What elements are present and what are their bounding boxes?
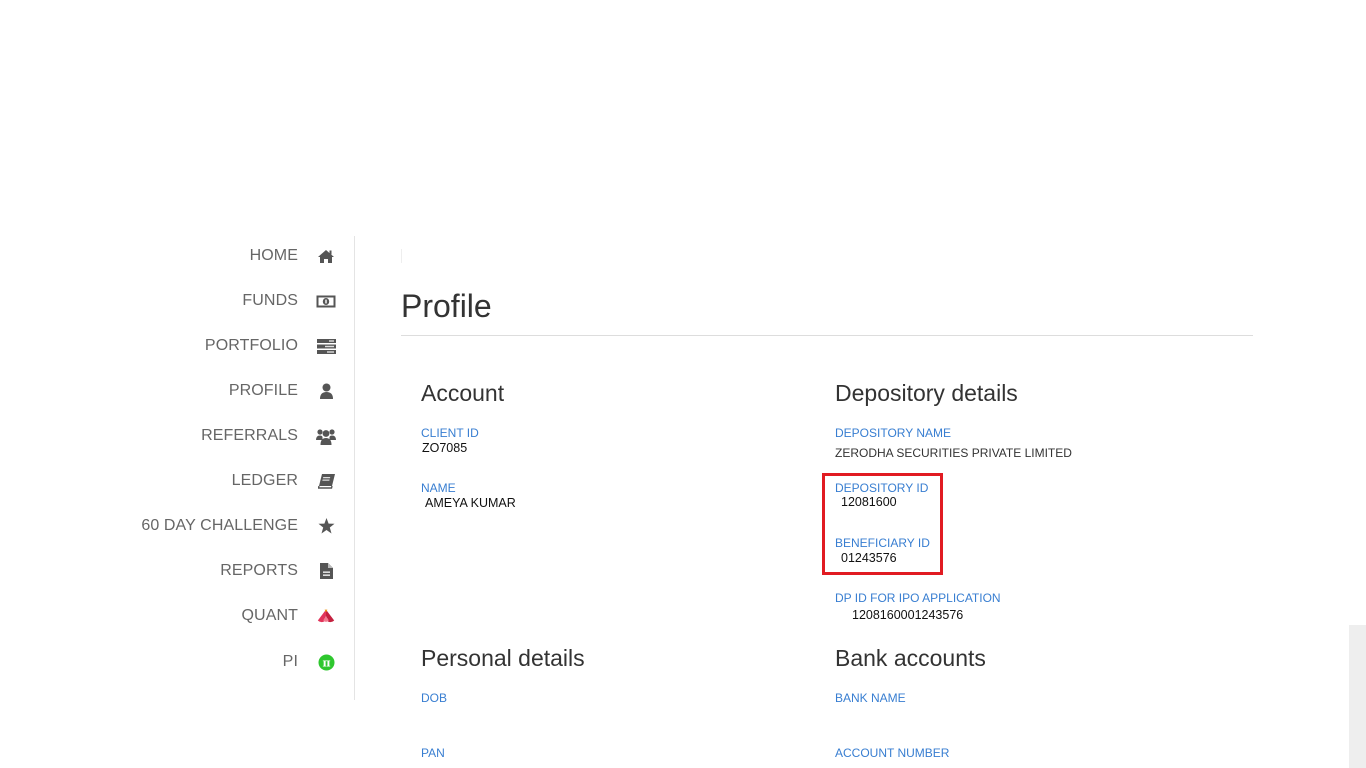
account-heading: Account [421,380,505,406]
star-icon [316,516,336,536]
account-number-label: ACCOUNT NUMBER [835,746,950,760]
dob-label: DOB [421,691,448,705]
pi-logo-icon: π [316,652,336,672]
sidebar-item-label: PROFILE [228,382,298,399]
sidebar-nav: HOME FUNDS PORTFOLIO PROFILE REFERRALS L… [0,236,355,700]
sidebar-item-pi[interactable]: PI π [283,650,336,674]
title-divider [401,335,1253,336]
page: HOME FUNDS PORTFOLIO PROFILE REFERRALS L… [0,0,1366,768]
depository-name-value: ZERODHA SECURITIES PRIVATE LIMITED [835,446,1072,460]
beneficiary-id-label: BENEFICIARY ID [835,536,930,550]
sidebar-item-label: PORTFOLIO [204,337,298,354]
sidebar-item-label: HOME [249,247,298,264]
dp-id-ipo-value: 1208160001243576 [852,608,964,622]
sidebar-item-label: LEDGER [231,472,298,489]
beneficiary-id-value: 01243576 [841,551,897,565]
server-icon [316,336,336,356]
page-title: Profile [401,288,492,324]
breadcrumb-placeholder [401,249,402,263]
money-icon [316,291,336,311]
pan-label: PAN [421,746,445,760]
depository-id-label: DEPOSITORY ID [835,481,929,495]
sidebar-item-label: PI [282,653,298,670]
sidebar-item-label: QUANT [241,607,298,624]
user-icon [316,381,336,401]
sidebar-item-reports[interactable]: REPORTS [220,559,336,583]
book-icon [316,471,336,491]
svg-text:π: π [322,656,330,669]
client-id-label: CLIENT ID [421,426,479,440]
bank-accounts-heading: Bank accounts [835,645,986,671]
sidebar-item-label: REFERRALS [201,427,298,444]
sidebar-item-profile[interactable]: PROFILE [229,379,336,403]
sidebar-item-ledger[interactable]: LEDGER [232,469,336,493]
file-icon [316,561,336,581]
sidebar-item-label: FUNDS [242,292,298,309]
quant-logo-icon [316,606,336,626]
sidebar-item-60-day-challenge[interactable]: 60 DAY CHALLENGE [141,514,336,538]
name-value: AMEYA KUMAR [425,496,516,510]
sidebar-item-home[interactable]: HOME [250,244,336,268]
sidebar-item-label: REPORTS [220,562,298,579]
dp-id-ipo-label: DP ID FOR IPO APPLICATION [835,591,1001,605]
users-icon [316,426,336,446]
sidebar-item-label: 60 DAY CHALLENGE [141,517,298,534]
depository-id-value: 12081600 [841,495,897,509]
scrollbar-track[interactable] [1349,625,1366,768]
name-label: NAME [421,481,456,495]
sidebar-item-funds[interactable]: FUNDS [242,289,336,313]
sidebar-item-quant[interactable]: QUANT [242,604,337,628]
client-id-value: ZO7085 [422,441,468,455]
home-icon [316,246,336,266]
bank-name-label: BANK NAME [835,691,906,705]
depository-heading: Depository details [835,380,1018,406]
sidebar-item-referrals[interactable]: REFERRALS [201,424,336,448]
personal-details-heading: Personal details [421,645,585,671]
depository-name-label: DEPOSITORY NAME [835,426,952,440]
sidebar-item-portfolio[interactable]: PORTFOLIO [205,334,336,358]
